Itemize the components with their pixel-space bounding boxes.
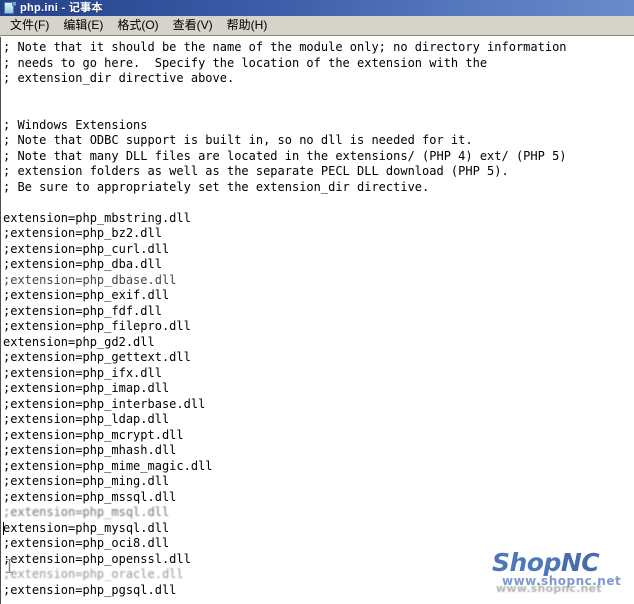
- text-caret: [3, 521, 4, 535]
- text-line: ;extension=php_ifx.dll: [3, 365, 162, 380]
- text-line: ; extension folders as well as the separ…: [3, 164, 509, 178]
- text-line: ;extension=php_oracle.dll: [3, 567, 184, 581]
- text-line: ;extension=php_mssql.dll: [3, 489, 177, 504]
- notepad-document-icon: [4, 2, 16, 14]
- text-line: ;extension=php_ldap.dll: [3, 412, 170, 426]
- text-editor-area[interactable]: ; Note that it should be the name of the…: [0, 37, 634, 604]
- text-line: ; Note that many DLL files are located i…: [3, 148, 567, 163]
- menu-item-view[interactable]: 查看(V): [166, 16, 220, 35]
- text-line: ;extension=php_curl.dll: [3, 241, 170, 256]
- text-line: ; Windows Extensions: [3, 117, 148, 132]
- text-line: ; Be sure to appropriately set the exten…: [3, 179, 430, 194]
- text-line: ; needs to go here. Specify the location…: [3, 55, 488, 70]
- text-line: ;extension=php_openssl.dll: [3, 551, 191, 566]
- text-line: ;extension=php_interbase.dll: [3, 396, 206, 411]
- text-line: extension=php_mysql.dll: [3, 520, 170, 535]
- text-line: ;extension=php_mime_magic.dll: [3, 458, 213, 473]
- menu-item-file[interactable]: 文件(F): [3, 16, 56, 35]
- text-line-blank: [3, 195, 634, 211]
- text-line: ;extension=php_bz2.dll: [3, 226, 162, 240]
- text-line: ;extension=php_mhash.dll: [3, 443, 177, 457]
- text-line: ;extension=php_pgsql.dll: [3, 582, 177, 597]
- text-line: ;extension=php_dbase.dll: [3, 272, 177, 287]
- menu-item-format[interactable]: 格式(O): [110, 16, 165, 35]
- notepad-window: php.ini - 记事本 文件(F) 编辑(E) 格式(O) 查看(V) 帮助…: [0, 0, 634, 604]
- text-line: ;extension=php_filepro.dll: [3, 319, 191, 333]
- text-line-blank: [3, 87, 634, 103]
- text-line: extension=php_gd2.dll: [3, 334, 155, 349]
- text-line: ; extension_dir directive above.: [3, 71, 235, 85]
- text-line: ; Note that it should be the name of the…: [3, 40, 567, 54]
- window-title: php.ini - 记事本: [20, 2, 103, 14]
- text-content[interactable]: ; Note that it should be the name of the…: [1, 37, 634, 598]
- text-line: ;extension=php_fdf.dll: [3, 303, 162, 318]
- title-bar[interactable]: php.ini - 记事本: [0, 0, 634, 16]
- menu-item-help[interactable]: 帮助(H): [220, 16, 275, 35]
- text-line: ;extension=php_dba.dll: [3, 257, 162, 271]
- text-line: ;extension=php_mcrypt.dll: [3, 427, 184, 442]
- menu-item-edit[interactable]: 编辑(E): [56, 16, 110, 35]
- menu-bar: 文件(F) 编辑(E) 格式(O) 查看(V) 帮助(H): [0, 16, 634, 36]
- text-line: ;extension=php_exif.dll: [3, 288, 170, 302]
- text-line: ;extension=php_oci8.dll: [3, 536, 170, 550]
- text-line: ;extension=php_imap.dll: [3, 381, 170, 395]
- text-line: extension=php_mbstring.dll: [3, 210, 191, 225]
- text-line: ;extension=php_ming.dll: [3, 474, 170, 488]
- text-line: ;extension=php_msql.dll: [3, 505, 170, 519]
- text-line: ;extension=php_gettext.dll: [3, 350, 191, 364]
- text-line: ; Note that ODBC support is built in, so…: [3, 133, 473, 147]
- text-line-blank: [3, 102, 634, 118]
